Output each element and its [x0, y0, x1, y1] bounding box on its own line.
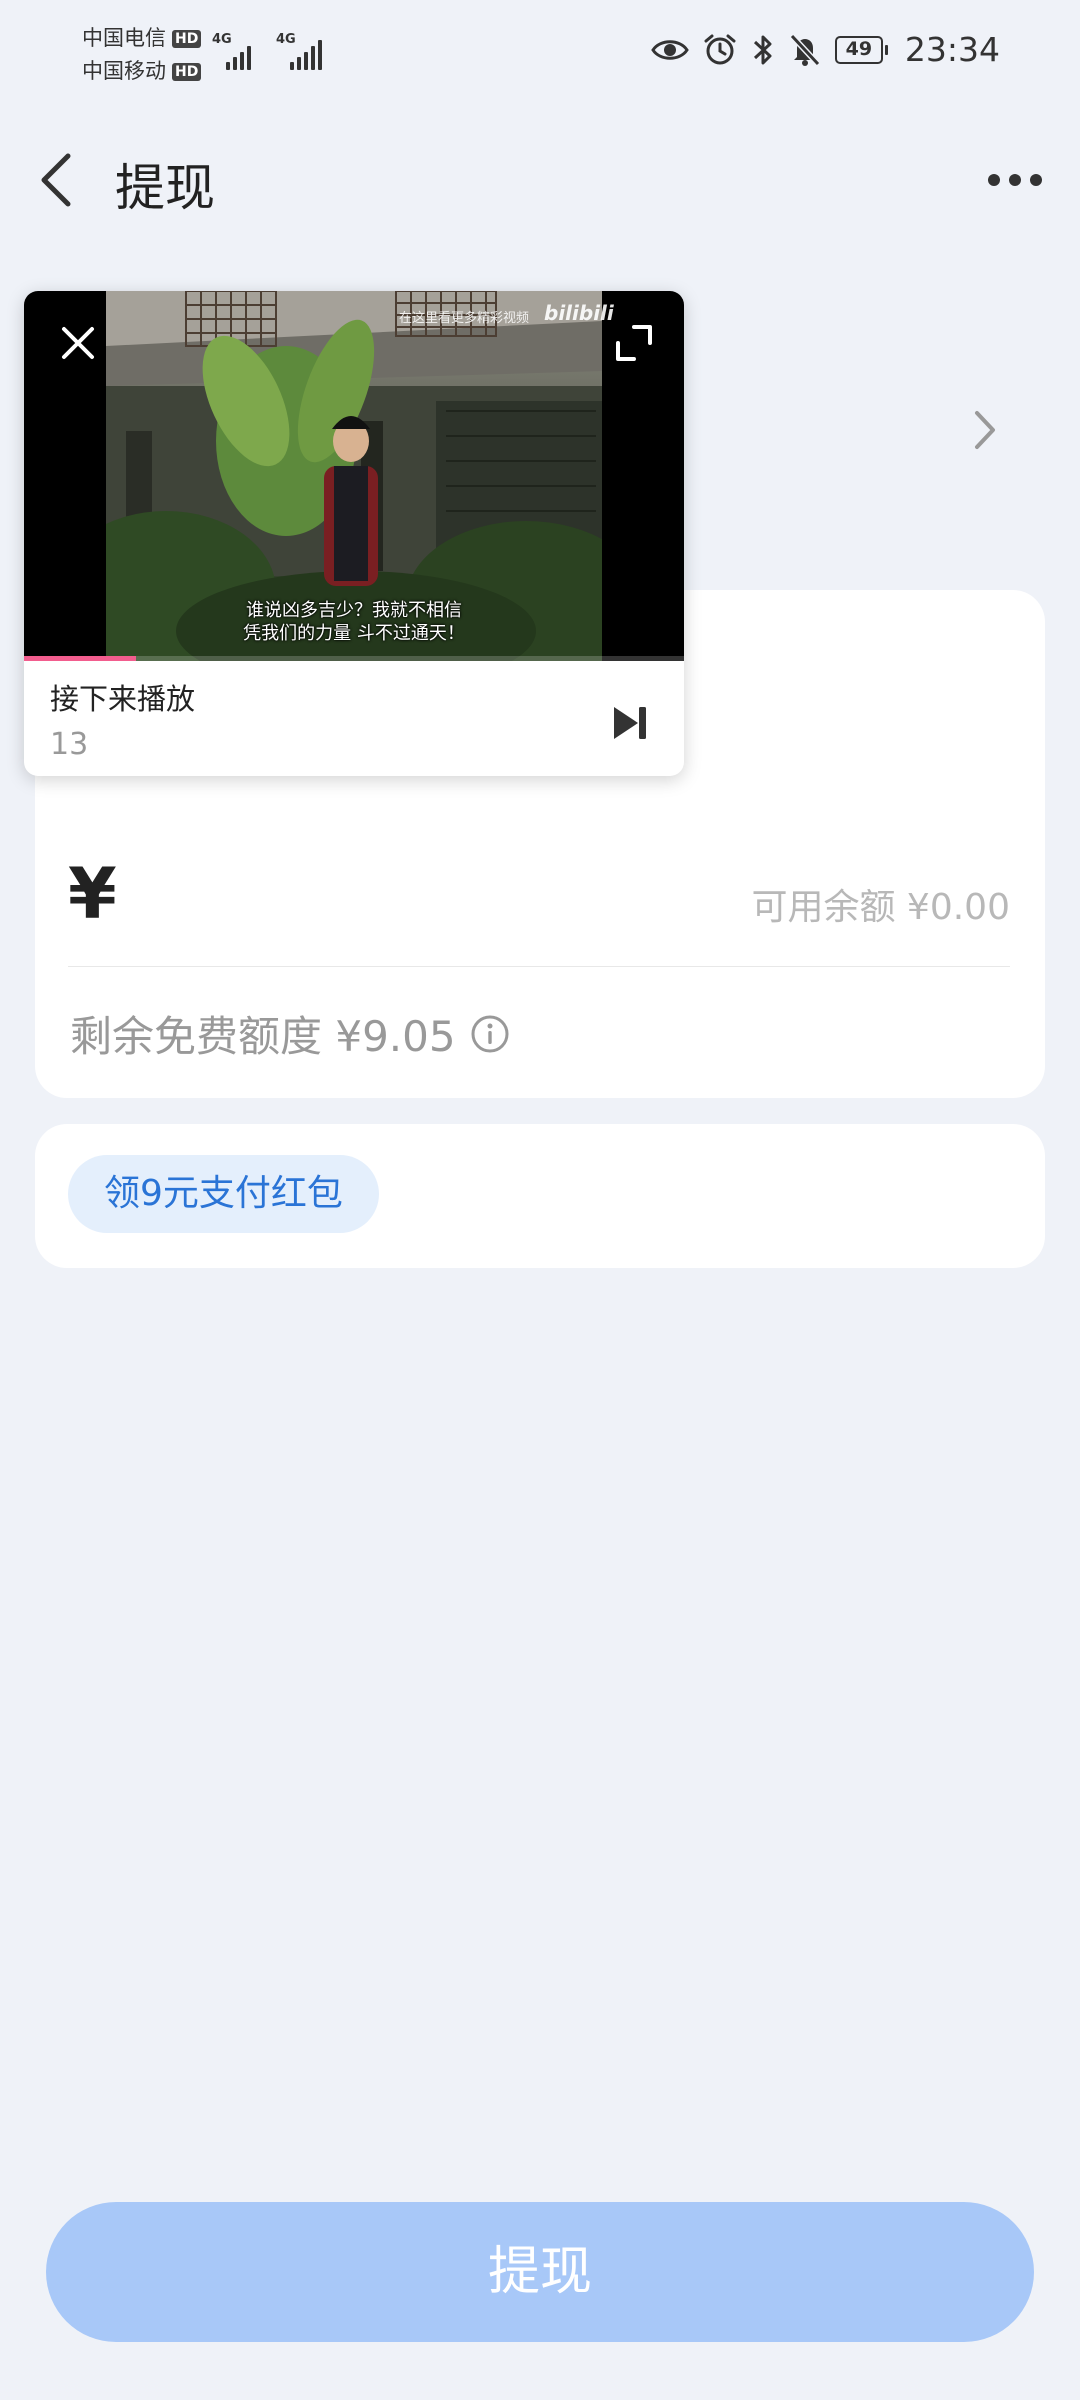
carrier-name: 中国电信 — [82, 26, 166, 50]
eye-icon — [651, 39, 689, 60]
free-quota-text: 剩余免费额度 ¥9.05 — [70, 1012, 456, 1061]
video-subtitles: 谁说凶多吉少？我就不相信 凭我们的力量 斗不过通天！ — [174, 599, 534, 645]
clock: 23:34 — [904, 30, 1000, 69]
more-button[interactable] — [980, 155, 1050, 205]
close-icon — [62, 327, 94, 359]
status-icons: 49 23:34 — [651, 30, 1000, 69]
up-next-label: 接下来播放 — [50, 682, 196, 716]
expand-icon — [616, 325, 652, 361]
video-progress-fill — [24, 656, 137, 661]
chevron-right-icon — [975, 411, 995, 449]
hd-badge: HD — [172, 29, 202, 48]
signal-strength-icon: 4G — [276, 32, 328, 72]
chevron-left-icon — [41, 153, 71, 207]
close-player-button[interactable] — [56, 321, 100, 365]
signal-strength-icon: 4G — [212, 32, 264, 72]
page-title: 提现 — [115, 159, 215, 217]
withdraw-button[interactable]: 提现 — [46, 2202, 1034, 2342]
currency-symbol: ¥ — [68, 853, 117, 935]
hd-badge: HD — [172, 62, 202, 81]
more-dots-icon — [988, 174, 1042, 186]
alarm-icon — [704, 34, 736, 64]
carrier-info: 中国电信 HD 中国移动 HD — [82, 22, 202, 88]
video-watermark: 在这里看更多精彩视频 — [399, 311, 530, 326]
bluetooth-icon — [753, 35, 772, 64]
network-type: 4G — [212, 32, 232, 47]
skip-next-icon — [614, 707, 646, 739]
signal-indicators: 4G 4G — [212, 32, 328, 72]
battery-icon: 49 — [834, 35, 888, 64]
expand-player-button[interactable] — [612, 321, 656, 365]
divider — [68, 966, 1010, 967]
subtitle-line: 凭我们的力量 斗不过通天！ — [243, 623, 465, 644]
video-area[interactable]: 在这里看更多精彩视频 bilibili 谁说凶多吉少？我就不相信 凭我们的力量 … — [24, 291, 684, 661]
carrier-name: 中国移动 — [82, 59, 166, 83]
mini-video-player[interactable]: 在这里看更多精彩视频 bilibili 谁说凶多吉少？我就不相信 凭我们的力量 … — [24, 291, 684, 776]
free-quota: 剩余免费额度 ¥9.05 — [70, 1003, 510, 1064]
available-balance: 可用余额 ¥0.00 — [751, 887, 1010, 928]
video-progress-bar[interactable] — [24, 656, 684, 661]
back-button[interactable] — [30, 150, 90, 210]
header: 提现 — [0, 130, 1080, 230]
next-episode-button[interactable] — [608, 701, 652, 745]
status-bar: 中国电信 HD 中国移动 HD 4G 4G 49 23:34 — [0, 0, 1080, 110]
subtitle-line: 谁说凶多吉少？我就不相信 — [246, 600, 462, 621]
row-chevron-button[interactable] — [965, 405, 1005, 455]
bilibili-logo: bilibili — [544, 301, 614, 325]
episode-number: 13 — [50, 727, 89, 762]
info-icon[interactable] — [470, 1014, 510, 1054]
mute-bell-icon — [789, 33, 821, 66]
red-packet-chip[interactable]: 领9元支付红包 — [68, 1155, 379, 1233]
